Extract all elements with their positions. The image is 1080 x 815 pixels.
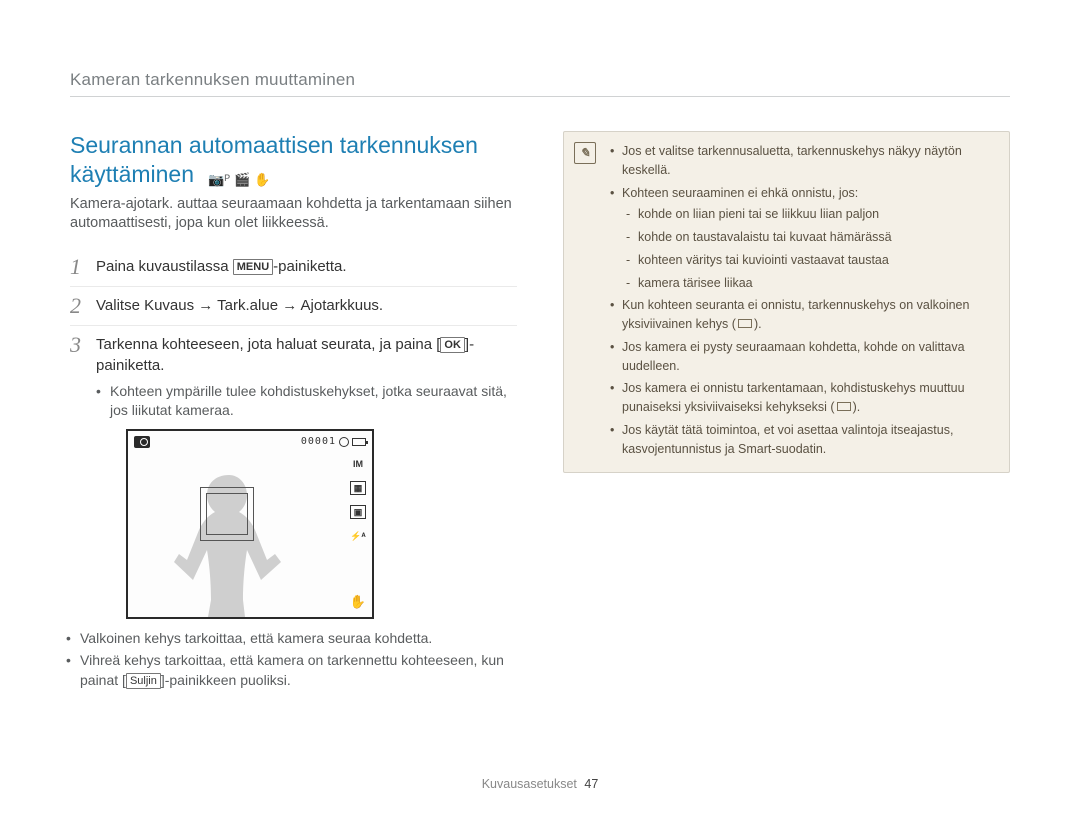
step-text-pre: Paina kuvaustilassa xyxy=(96,258,233,275)
note-icon: ✎ xyxy=(574,142,596,164)
footer-label: Kuvausasetukset xyxy=(482,777,577,791)
after-lcd-bullets: Valkoinen kehys tarkoittaa, että kamera … xyxy=(66,629,517,691)
battery-icon xyxy=(352,438,366,446)
lcd-metering-icon: ▣ xyxy=(350,505,366,519)
step-2: 2 Valitse Kuvaus → Tark.alue → Ajotarkku… xyxy=(70,286,517,325)
lcd-topbar: 00001 xyxy=(134,435,366,449)
note-item-pre: Kun kohteen seuranta ei onnistu, tarkenn… xyxy=(622,298,969,331)
after-lcd-post: ]-painikkeen puoliksi. xyxy=(161,672,291,688)
note-sub-item: kohde on taustavalaistu tai kuvaat hämär… xyxy=(626,228,995,247)
step-body: Paina kuvaustilassa MENU-painiketta. xyxy=(96,256,347,277)
mode-icon-camera: 📷ᴾ xyxy=(208,172,230,188)
mode-icon-scene: 🎬 xyxy=(234,172,250,188)
mode-icon-dual: ✋ xyxy=(254,172,270,188)
step-text-pre: Valitse xyxy=(96,297,144,314)
steps-list: 1 Paina kuvaustilassa MENU-painiketta. 2… xyxy=(70,248,517,702)
note-sub-item: kohde on liian pieni tai se liikkuu liia… xyxy=(626,205,995,224)
after-lcd-item: Vihreä kehys tarkoittaa, että kamera on … xyxy=(66,651,517,690)
camera-mode-icon xyxy=(134,436,150,448)
lcd-top-right: 00001 xyxy=(301,435,366,449)
step-text-post: -painiketta. xyxy=(273,258,346,275)
lcd-top-left xyxy=(134,435,150,449)
page: Kameran tarkennuksen muuttaminen Seurann… xyxy=(0,0,1080,815)
content-columns: Seurannan automaattisen tarkennuksen käy… xyxy=(70,131,1010,702)
frame-rect-icon xyxy=(837,402,851,411)
step-text-pre: Tarkenna kohteeseen, jota haluat seurata… xyxy=(96,336,440,353)
step-1: 1 Paina kuvaustilassa MENU-painiketta. xyxy=(70,248,517,286)
shutter-inline: Suljin xyxy=(126,673,161,689)
step-body: Valitse Kuvaus → Tark.alue → Ajotarkkuus… xyxy=(96,295,383,316)
step-body: Tarkenna kohteeseen, jota haluat seurata… xyxy=(96,334,517,694)
camera-lcd-illustration: 00001 IM ▦ ▣ ⚡ᴬ xyxy=(126,429,374,619)
storage-icon xyxy=(339,437,349,447)
note-item-post: ). xyxy=(754,317,762,331)
flash-auto-icon: ⚡ᴬ xyxy=(350,529,366,543)
step-menu-path: Kuvaus → Tark.alue → Ajotarkkuus xyxy=(144,297,379,314)
step-text-post: . xyxy=(379,297,383,314)
note-box: ✎ Jos et valitse tarkennusaluetta, tarke… xyxy=(563,131,1010,473)
lcd-side-icons: IM ▦ ▣ ⚡ᴬ xyxy=(350,457,366,543)
lcd-quality-icon: ▦ xyxy=(350,481,366,495)
note-item: Jos käytät tätä toimintoa, et voi asetta… xyxy=(610,421,995,459)
section-title-line1: Seurannan automaattisen tarkennuksen xyxy=(70,131,517,160)
note-item-pre: Jos kamera ei onnistu tarkentamaan, kohd… xyxy=(622,381,965,414)
section-title-line2: käyttäminen xyxy=(70,161,194,187)
handshake-icon: ✋ xyxy=(350,593,366,611)
shot-counter: 00001 xyxy=(301,435,336,449)
menu-button-inline: MENU xyxy=(233,259,273,275)
section-title-line2-row: käyttäminen 📷ᴾ 🎬 ✋ xyxy=(70,160,517,189)
note-item: Jos kamera ei pysty seuraamaan kohdetta,… xyxy=(610,338,995,376)
step-3-sub-item: Kohteen ympärille tulee kohdistuskehykse… xyxy=(96,382,517,421)
section-intro: Kamera-ajotark. auttaa seuraamaan kohdet… xyxy=(70,195,517,234)
left-column: Seurannan automaattisen tarkennuksen käy… xyxy=(70,131,517,702)
note-item-post: ). xyxy=(853,400,861,414)
step-number: 2 xyxy=(70,295,86,317)
step-3-subbullets: Kohteen ympärille tulee kohdistuskehykse… xyxy=(96,382,517,421)
frame-rect-icon xyxy=(738,319,752,328)
ok-button-inline: OK xyxy=(440,337,465,353)
note-item: Kun kohteen seuranta ei onnistu, tarkenn… xyxy=(610,296,995,334)
breadcrumb: Kameran tarkennuksen muuttaminen xyxy=(70,70,1010,97)
note-item-text: Kohteen seuraaminen ei ehkä onnistu, jos… xyxy=(622,186,858,200)
note-sub-item: kamera tärisee liikaa xyxy=(626,274,995,293)
section-title: Seurannan automaattisen tarkennuksen käy… xyxy=(70,131,517,189)
note-item: Jos kamera ei onnistu tarkentamaan, kohd… xyxy=(610,379,995,417)
step-number: 3 xyxy=(70,334,86,356)
note-item: Jos et valitse tarkennusaluetta, tarkenn… xyxy=(610,142,995,180)
mode-icons: 📷ᴾ 🎬 ✋ xyxy=(208,172,270,188)
step-3: 3 Tarkenna kohteeseen, jota haluat seura… xyxy=(70,325,517,702)
lcd-size-icon: IM xyxy=(350,457,366,471)
after-lcd-item: Valkoinen kehys tarkoittaa, että kamera … xyxy=(66,629,517,649)
note-item: Kohteen seuraaminen ei ehkä onnistu, jos… xyxy=(610,184,995,293)
note-sublist: kohde on liian pieni tai se liikkuu liia… xyxy=(626,205,995,292)
note-list: Jos et valitse tarkennusaluetta, tarkenn… xyxy=(610,142,995,458)
tracking-frame-inner xyxy=(206,493,248,535)
right-column: ✎ Jos et valitse tarkennusaluetta, tarke… xyxy=(563,131,1010,702)
note-sub-item: kohteen väritys tai kuviointi vastaavat … xyxy=(626,251,995,270)
tracking-frame xyxy=(200,487,254,541)
step-number: 1 xyxy=(70,256,86,278)
page-footer: Kuvausasetukset 47 xyxy=(0,777,1080,791)
footer-page-number: 47 xyxy=(584,777,598,791)
